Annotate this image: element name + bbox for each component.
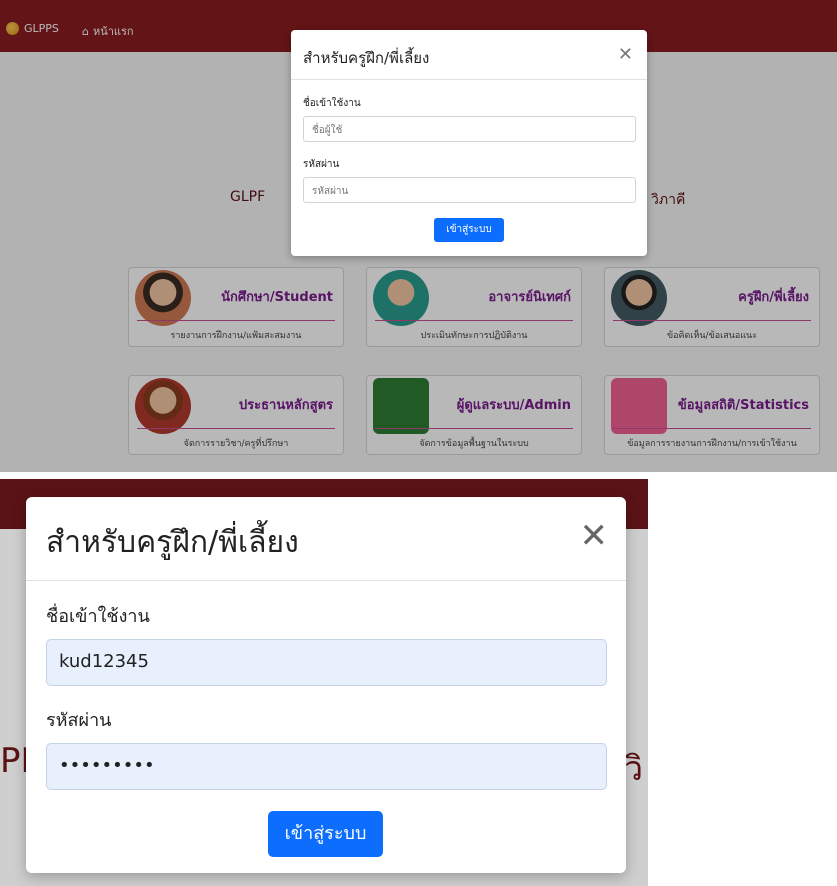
modal-header: สำหรับครูฝึก/พี่เลี้ยง ✕ xyxy=(291,30,647,80)
login-modal: สำหรับครูฝึก/พี่เลี้ยง ✕ ชื่อเข้าใช้งาน … xyxy=(291,30,647,256)
username-label: ชื่อเข้าใช้งาน xyxy=(46,606,150,627)
password-label: รหัสผ่าน xyxy=(46,710,112,731)
username-label: ชื่อเข้าใช้งาน xyxy=(303,98,361,109)
login-button[interactable]: เข้าสู่ระบบ xyxy=(268,811,383,857)
close-icon[interactable]: ✕ xyxy=(580,519,609,553)
bottom-screenshot: PP วิ สำหรับครูฝึก/พี่เลี้ยง ✕ ชื่อเข้าใ… xyxy=(0,479,648,886)
modal-title: สำหรับครูฝึก/พี่เลี้ยง xyxy=(303,49,430,67)
username-input[interactable]: ชื่อผู้ใช้ xyxy=(303,116,636,142)
password-input[interactable]: ••••••••• xyxy=(46,743,607,790)
login-modal: สำหรับครูฝึก/พี่เลี้ยง ✕ ชื่อเข้าใช้งาน … xyxy=(26,497,626,873)
top-screenshot: GLPPS ⌂ หน้าแรก GLPF วิภาคี นักศึกษา/Stu… xyxy=(0,0,837,472)
modal-header: สำหรับครูฝึก/พี่เลี้ยง ✕ xyxy=(26,497,626,581)
password-label: รหัสผ่าน xyxy=(303,159,340,170)
modal-title: สำหรับครูฝึก/พี่เลี้ยง xyxy=(46,525,299,560)
page-heading-right: วิ xyxy=(624,749,644,789)
username-input[interactable]: kud12345 xyxy=(46,639,607,686)
password-input[interactable]: รหัสผ่าน xyxy=(303,177,636,203)
login-button[interactable]: เข้าสู่ระบบ xyxy=(434,218,504,242)
close-icon[interactable]: ✕ xyxy=(618,44,633,65)
